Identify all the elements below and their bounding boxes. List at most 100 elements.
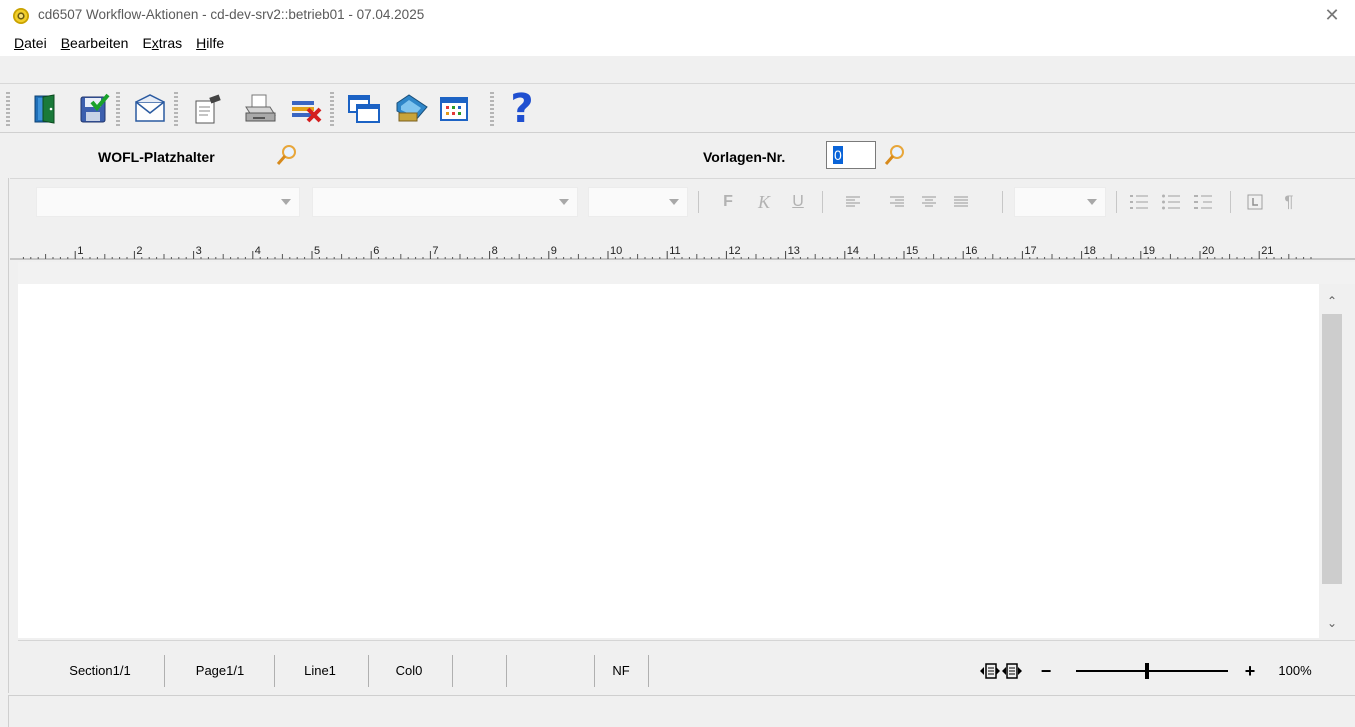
close-icon[interactable]: ✕ — [1309, 0, 1355, 30]
style-combo[interactable] — [36, 187, 300, 217]
ruler-number: 6 — [373, 245, 379, 257]
align-right-icon[interactable] — [886, 189, 908, 215]
ruler-number: 1 — [77, 245, 83, 257]
ruler-number: 9 — [551, 245, 557, 257]
tag-book-icon[interactable] — [394, 91, 430, 127]
delete-list-icon[interactable] — [288, 91, 324, 127]
menu-bearbeiten[interactable]: Bearbeiten — [61, 35, 129, 51]
status-page: Page1/1 — [195, 663, 245, 678]
toolbar-grip[interactable] — [6, 92, 10, 126]
separator — [1116, 191, 1117, 213]
separator — [164, 655, 165, 687]
ruler-number: 7 — [432, 245, 438, 257]
toolbar-separator — [490, 92, 494, 126]
ruler-number: 18 — [1084, 245, 1096, 257]
ruler-number: 8 — [492, 245, 498, 257]
zoom-in-button[interactable]: + — [1240, 657, 1260, 685]
window-title: cd6507 Workflow-Aktionen - cd-dev-srv2::… — [38, 7, 425, 22]
tab-stop-icon[interactable] — [1242, 189, 1268, 215]
vertical-scrollbar[interactable]: ⌃ ⌄ — [1319, 284, 1345, 638]
status-section: Section1/1 — [69, 663, 131, 678]
ruler-number: 3 — [196, 245, 202, 257]
exit-door-icon[interactable] — [28, 91, 64, 127]
printer-icon[interactable] — [242, 91, 278, 127]
structured-list-icon[interactable] — [1190, 189, 1216, 215]
separator — [822, 191, 823, 213]
align-left-icon[interactable] — [842, 189, 864, 215]
ruler-number: 16 — [965, 245, 977, 257]
format-toolbar: F K U ¶ — [10, 178, 1355, 228]
bottom-panel — [8, 695, 1355, 727]
ruler-number: 4 — [255, 245, 261, 257]
status-bar: Section1/1 Page1/1 Line1 Col0 NF − + 100… — [18, 640, 1355, 690]
menu-hilfe[interactable]: Hilfe — [196, 35, 224, 51]
gear-app-icon — [13, 8, 29, 24]
chevron-down-icon — [559, 199, 569, 205]
line-spacing-combo[interactable] — [1014, 187, 1106, 217]
ruler-number: 15 — [906, 245, 918, 257]
zoom-slider-track[interactable] — [1076, 670, 1228, 672]
bold-button[interactable]: F — [716, 189, 740, 215]
align-center-icon[interactable] — [918, 189, 940, 215]
separator — [648, 655, 649, 687]
bullet-list-icon[interactable] — [1158, 189, 1184, 215]
font-combo[interactable] — [312, 187, 578, 217]
separator — [368, 655, 369, 687]
wofl-placeholder-label: WOFL-Platzhalter — [98, 149, 215, 165]
page-view-icon[interactable] — [980, 661, 1024, 681]
ruler-number: 11 — [669, 245, 680, 257]
document-editor[interactable] — [18, 284, 1319, 638]
mail-envelope-icon[interactable] — [132, 91, 168, 127]
ruler-number: 12 — [728, 245, 740, 257]
horizontal-ruler: 1 2 3 4 5 6 7 8 9 10 11 12 13 14 15 16 17 18 19 20 21 — [10, 240, 1355, 262]
vorlagen-search-icon[interactable] — [884, 144, 906, 166]
menu-extras[interactable]: Extras — [142, 35, 182, 51]
frame-edge — [8, 178, 9, 693]
italic-button[interactable]: K — [752, 189, 776, 215]
main-toolbar: ? — [0, 83, 1355, 133]
vorlagen-input[interactable]: 0 — [826, 141, 876, 169]
windows-stack-icon[interactable] — [346, 91, 382, 127]
scroll-down-icon[interactable]: ⌄ — [1319, 610, 1345, 636]
status-col: Col0 — [395, 663, 423, 678]
menu-bar: Datei Bearbeiten Extras Hilfe — [0, 30, 1355, 56]
placeholder-search-icon[interactable] — [276, 144, 298, 166]
menu-datei[interactable]: Datei — [14, 35, 47, 51]
ruler-number: 19 — [1143, 245, 1155, 257]
chevron-down-icon — [281, 199, 291, 205]
save-check-icon[interactable] — [76, 91, 112, 127]
font-size-combo[interactable] — [588, 187, 688, 217]
underline-button[interactable]: U — [786, 189, 810, 215]
separator — [274, 655, 275, 687]
help-question-icon[interactable]: ? — [504, 89, 540, 129]
ruler-number: 20 — [1202, 245, 1214, 257]
chevron-down-icon — [669, 199, 679, 205]
ruler-scale: 1 2 3 4 5 6 7 8 9 10 11 12 13 14 15 16 17 18 19 20 21 — [10, 245, 1355, 260]
separator — [1002, 191, 1003, 213]
chevron-down-icon — [1087, 199, 1097, 205]
editor-header-margin — [18, 262, 1355, 284]
zoom-value: 100% — [1278, 663, 1312, 678]
scroll-up-icon[interactable]: ⌃ — [1319, 288, 1345, 314]
zoom-slider-thumb[interactable] — [1145, 663, 1150, 679]
status-line: Line1 — [304, 663, 336, 678]
align-justify-icon[interactable] — [950, 189, 972, 215]
toolbar-separator — [116, 92, 120, 126]
numbered-list-icon[interactable] — [1126, 189, 1152, 215]
ruler-number: 10 — [610, 245, 622, 257]
application-window: cd6507 Workflow-Aktionen - cd-dev-srv2::… — [0, 0, 1355, 727]
zoom-out-button[interactable]: − — [1036, 657, 1056, 685]
status-mode: NF — [612, 663, 630, 678]
edit-document-icon[interactable] — [190, 91, 226, 127]
separator — [506, 655, 507, 687]
toolbar-separator — [174, 92, 178, 126]
pilcrow-icon[interactable]: ¶ — [1276, 189, 1302, 215]
separator — [1230, 191, 1231, 213]
separator — [452, 655, 453, 687]
table-grid-icon[interactable] — [436, 91, 472, 127]
separator — [594, 655, 595, 687]
ruler-number: 13 — [788, 245, 800, 257]
scrollbar-thumb[interactable] — [1322, 314, 1342, 584]
ruler-number: 14 — [847, 245, 859, 257]
title-bar: cd6507 Workflow-Aktionen - cd-dev-srv2::… — [0, 0, 1355, 30]
